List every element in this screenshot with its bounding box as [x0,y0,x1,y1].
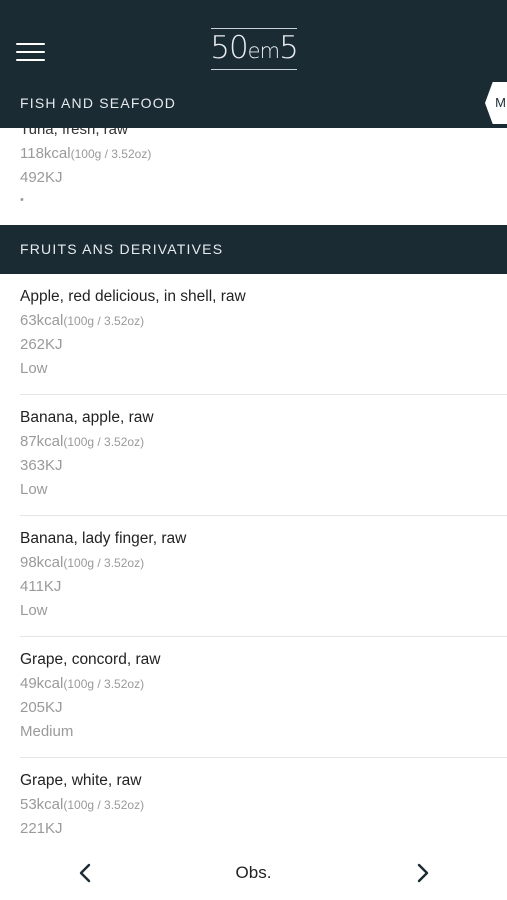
food-kcal: 87kcal(100g / 3.52oz) [20,433,145,450]
partial-food-item[interactable]: Tuna, fresh, raw 118kcal(100g / 3.52oz) … [0,128,507,225]
food-level: • [20,194,24,206]
food-name: Grape, concord, raw [20,651,161,668]
food-kj: 363KJ [20,457,63,474]
food-name: Grape, white, raw [20,772,142,789]
food-kcal: 98kcal(100g / 3.52oz) [20,554,145,571]
food-kcal: 118kcal(100g / 3.52oz) [20,145,152,162]
list-item[interactable]: Grape, concord, raw 49kcal(100g / 3.52oz… [20,637,507,758]
food-level: Low [20,481,48,498]
food-name: Banana, lady finger, raw [20,530,187,547]
list-item[interactable]: Apple, red delicious, in shell, raw 63kc… [20,274,507,395]
hamburger-menu-icon[interactable] [16,40,46,62]
food-kj: 262KJ [20,336,63,353]
food-kcal: 49kcal(100g / 3.52oz) [20,675,145,692]
top-app-bar: 50 em 5 [0,0,507,80]
list-item[interactable]: Banana, lady finger, raw 98kcal(100g / 3… [20,516,507,637]
food-kj: 411KJ [20,578,62,595]
food-level: Low [20,360,48,377]
food-level: Medium [20,723,74,740]
food-kj: 221KJ [20,820,63,837]
chevron-left-icon[interactable] [72,859,100,887]
section-header-fruits: FRUITS ANS DERIVATIVES [0,225,507,274]
food-kcal: 53kcal(100g / 3.52oz) [20,796,145,813]
food-level: Low [20,602,48,619]
chevron-right-icon[interactable] [408,859,436,887]
food-list: Apple, red delicious, in shell, raw 63kc… [0,274,507,879]
food-name: Banana, apple, raw [20,409,154,426]
obs-button[interactable]: Obs. [236,863,272,882]
app-logo: 50 em 5 [210,28,299,70]
food-name: Tuna, fresh, raw [20,128,128,138]
bottom-nav-bar: Obs. [0,845,507,900]
food-kj: 492KJ [20,169,63,186]
food-name: Apple, red delicious, in shell, raw [20,288,246,305]
food-kcal: 63kcal(100g / 3.52oz) [20,312,145,329]
list-item[interactable]: Banana, apple, raw 87kcal(100g / 3.52oz)… [20,395,507,516]
section-header-fish: FISH AND SEAFOOD [0,80,507,128]
food-kj: 205KJ [20,699,63,716]
